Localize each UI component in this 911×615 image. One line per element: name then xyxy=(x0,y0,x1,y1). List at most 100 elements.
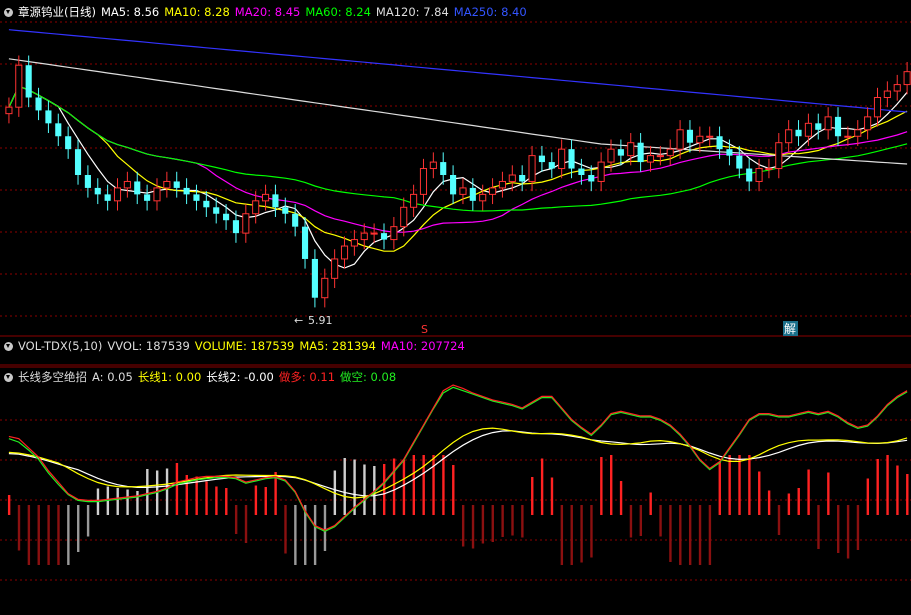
histogram-bar xyxy=(225,488,228,515)
candle-body xyxy=(440,162,447,175)
histogram-bar xyxy=(560,505,564,565)
histogram-bar xyxy=(313,505,317,565)
candle-body xyxy=(568,149,575,169)
candle-body xyxy=(706,135,714,138)
histogram-bar xyxy=(501,505,504,537)
histogram-bar xyxy=(165,468,169,515)
histogram-bar xyxy=(728,455,731,515)
candlestick-series xyxy=(5,55,911,308)
candle-body xyxy=(173,181,180,188)
histogram-bar xyxy=(580,505,583,563)
candle-body xyxy=(193,194,200,201)
histogram-bar xyxy=(116,488,119,515)
histogram-bar xyxy=(481,505,485,544)
histogram-bar xyxy=(126,489,129,515)
histogram-bar xyxy=(511,505,514,536)
candle-body xyxy=(765,168,773,171)
candle-body xyxy=(232,220,240,234)
histogram-bar xyxy=(570,505,573,565)
histogram-bar xyxy=(590,505,593,558)
candle-body xyxy=(864,116,872,131)
candle-body xyxy=(183,187,190,195)
histogram-bar xyxy=(718,462,721,515)
candle-body xyxy=(331,258,339,279)
histogram-bar xyxy=(461,505,465,547)
histogram-bar xyxy=(629,505,633,538)
histogram-bar xyxy=(837,505,840,553)
candle-body xyxy=(795,129,802,137)
candle-body xyxy=(419,168,428,195)
candle-body xyxy=(627,142,635,157)
candle-body xyxy=(834,116,842,137)
candle-body xyxy=(301,226,309,259)
candle-body xyxy=(390,226,398,241)
ma5-line xyxy=(8,85,908,269)
candle-body xyxy=(578,168,585,175)
histogram-bar xyxy=(886,455,889,515)
candle-body xyxy=(736,155,743,169)
candle-body xyxy=(340,245,349,260)
histogram-bar xyxy=(432,455,435,515)
stock-chart-canvas[interactable]: 5.91 ← S 解 xyxy=(0,0,911,615)
histogram-bar xyxy=(27,505,31,565)
candle-body xyxy=(656,155,664,158)
histogram-bar xyxy=(698,505,702,565)
candle-body xyxy=(854,129,862,137)
histogram-bar xyxy=(412,455,416,515)
histogram-bar xyxy=(758,471,761,515)
candle-body xyxy=(410,193,418,208)
candle-body xyxy=(844,135,852,138)
candle-body xyxy=(755,168,763,182)
histogram-bar xyxy=(57,505,60,565)
sell-marker: S xyxy=(421,323,428,336)
histogram-bar xyxy=(767,490,771,515)
histogram-bar xyxy=(708,505,712,565)
jie-marker: 解 xyxy=(784,322,796,336)
candle-body xyxy=(508,174,516,182)
histogram-bar xyxy=(175,463,179,515)
candle-body xyxy=(370,232,378,235)
histogram-bar xyxy=(323,505,327,551)
candle-body xyxy=(350,239,358,247)
histogram-bar xyxy=(452,465,455,515)
histogram-bar xyxy=(17,505,21,551)
moving-average-lines xyxy=(8,29,908,269)
histogram-bar xyxy=(402,460,406,515)
candle-body xyxy=(893,84,901,92)
histogram-bar xyxy=(679,505,682,565)
histogram-bar xyxy=(37,505,40,565)
candle-body xyxy=(528,155,536,182)
histogram-bar xyxy=(264,487,267,515)
candle-body xyxy=(104,194,111,201)
histogram-bar xyxy=(442,455,445,515)
histogram-bar xyxy=(294,505,297,565)
candle-body xyxy=(74,149,82,175)
indicator-series xyxy=(7,384,909,565)
histogram-bar xyxy=(807,469,810,515)
candle-body xyxy=(261,193,270,202)
ma20-line xyxy=(8,85,908,233)
histogram-bar xyxy=(531,477,534,515)
candle-body xyxy=(617,149,624,156)
histogram-bar xyxy=(876,459,879,515)
ma120-line xyxy=(8,58,908,165)
histogram-bar xyxy=(738,455,741,515)
histogram-bar xyxy=(827,472,830,515)
histogram-bar xyxy=(659,505,662,537)
histogram-bar xyxy=(817,505,820,549)
candle-body xyxy=(450,175,457,195)
candle-body xyxy=(696,135,704,144)
histogram-bar xyxy=(610,455,613,515)
histogram-bar xyxy=(254,485,258,515)
candle-body xyxy=(498,180,506,189)
histogram-bar xyxy=(896,465,899,515)
candle-body xyxy=(824,116,832,131)
candle-body xyxy=(282,207,289,214)
candle-body xyxy=(163,180,171,189)
candle-body xyxy=(134,181,141,195)
histogram-bar xyxy=(856,505,860,550)
candle-body xyxy=(479,193,487,202)
candle-body xyxy=(360,232,368,241)
candle-body xyxy=(429,161,437,170)
candle-body xyxy=(55,123,62,137)
